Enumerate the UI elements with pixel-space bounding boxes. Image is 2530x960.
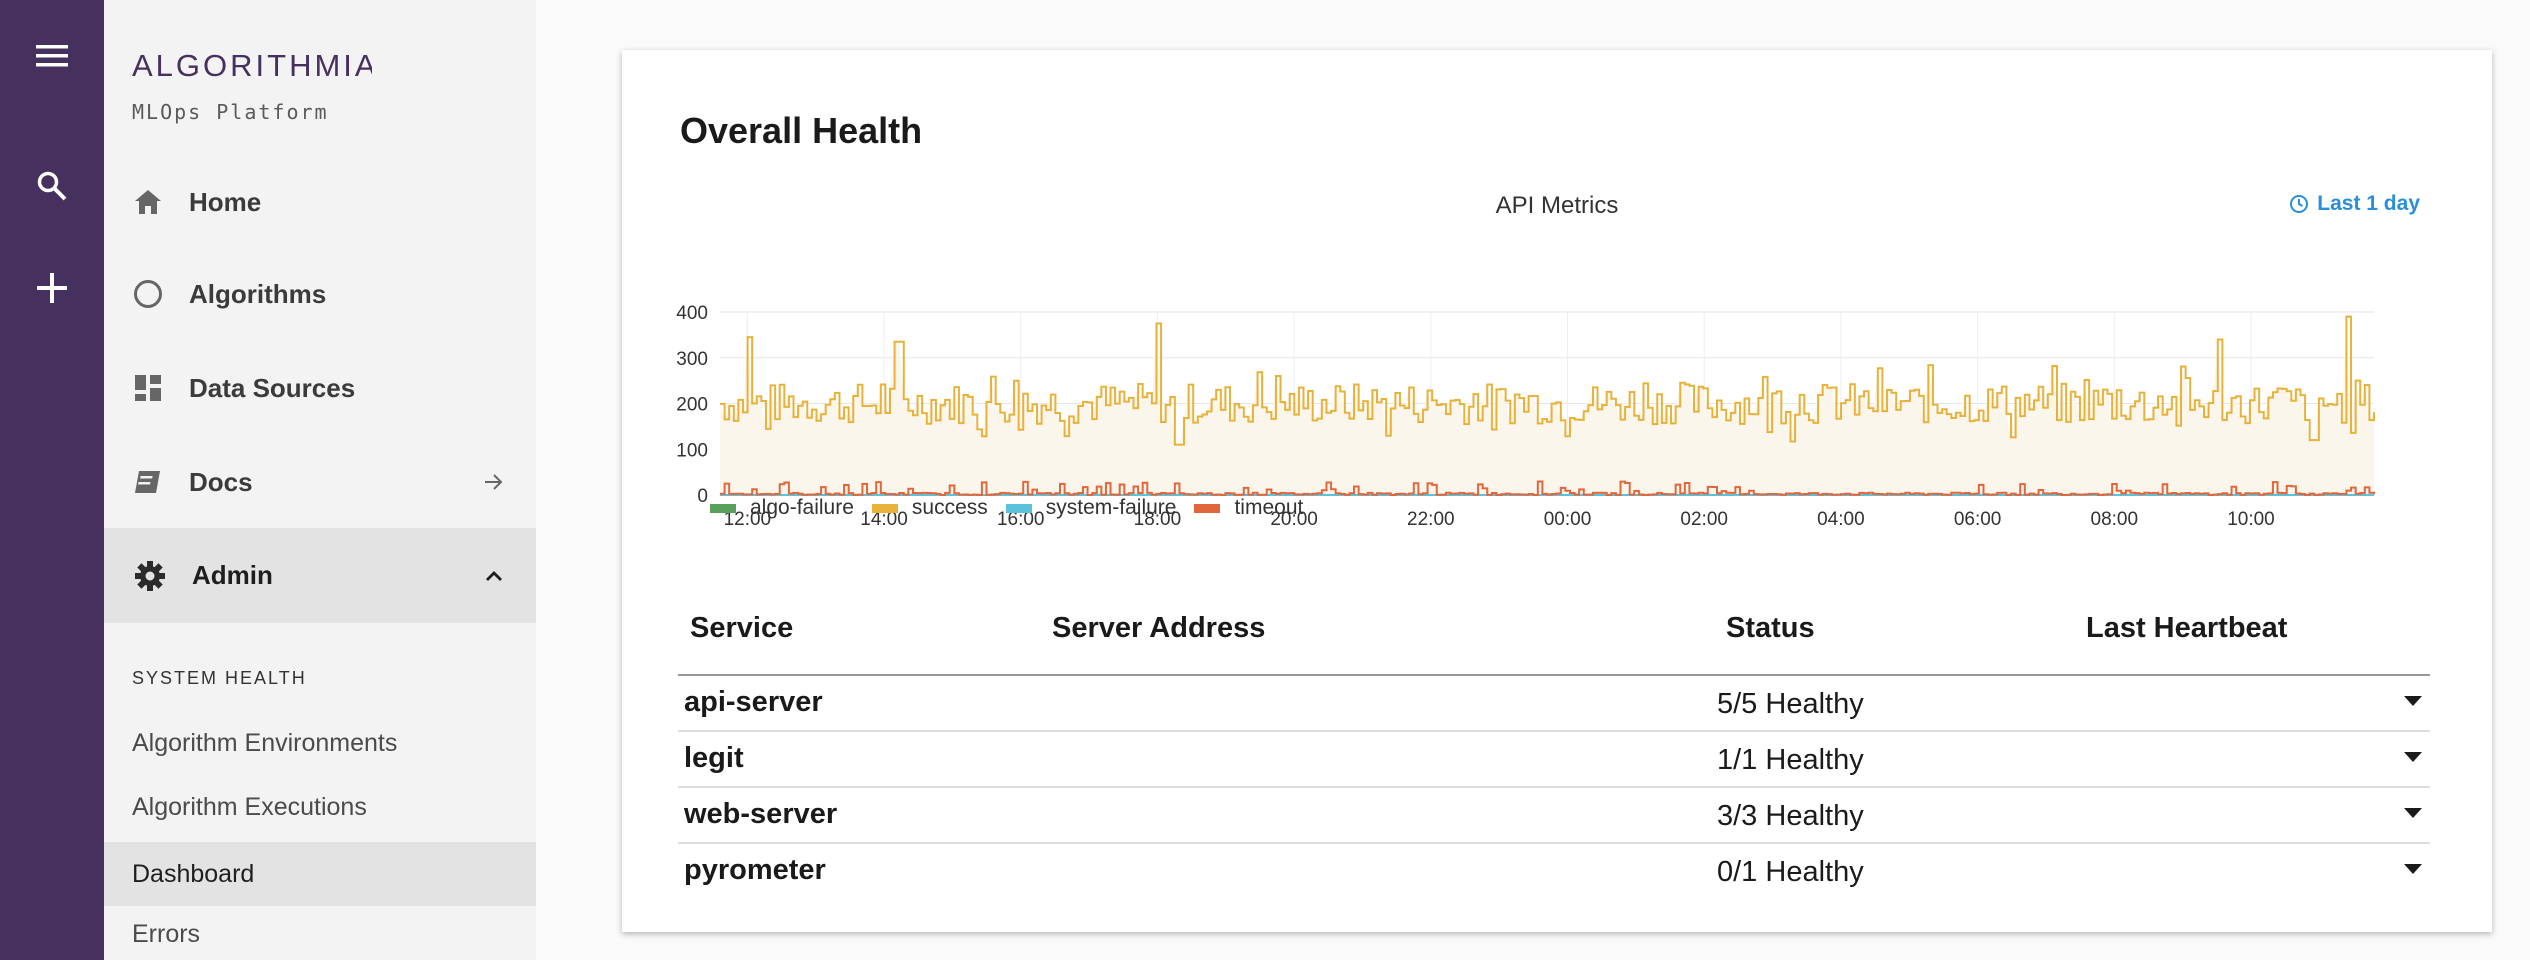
legend-item-success[interactable]: success [871,496,988,520]
services-table: Service Server Address Status Last Heart… [678,560,2430,898]
plus-icon[interactable] [22,258,82,318]
sub-item-label: Dashboard [132,859,255,888]
service-name: pyrometer [684,854,826,886]
nav-docs-label: Docs [189,466,253,497]
sub-item-label: Algorithm Environments [132,728,398,757]
table-row[interactable]: web-server 3/3 Healthy [678,788,2430,844]
service-status: 0/1 Healthy [1717,856,1864,888]
legend-item-timeout[interactable]: timeout [1194,496,1303,520]
gear-icon [132,558,168,594]
sub-item-errors[interactable]: Errors [104,906,536,960]
legend-item-algo-failure[interactable]: algo-failure [710,496,854,520]
y-tick-label: 100 [676,440,708,461]
legend-swatch [871,503,898,513]
home-icon [130,184,166,220]
search-icon[interactable] [22,156,82,216]
time-range-label: Last 1 day [2317,192,2420,215]
legend-label: success [911,496,988,519]
legend-item-system-failure[interactable]: system-failure [1005,496,1177,520]
service-name: legit [684,742,744,774]
icon-rail [0,0,104,960]
legend-label: timeout [1234,496,1304,519]
y-tick-label: 300 [676,349,708,370]
sub-item-label: Algorithm Executions [132,792,367,821]
sub-item-algorithm-environments[interactable]: Algorithm Environments [104,712,536,774]
circle-icon [130,276,166,312]
service-name: web-server [684,798,838,830]
nav-algorithms[interactable]: Algorithms [104,254,536,334]
legend-swatch [1194,503,1221,513]
api-metrics-chart: 010020030040012:00 14:00 16:00 18:00 20:00 22… [676,303,2375,530]
column-header-service: Service [690,612,794,644]
table-row[interactable]: api-server 5/5 Healthy [678,676,2430,732]
clock-icon [2290,195,2309,213]
sub-item-label: Errors [132,920,201,948]
nav-home[interactable]: Home [104,162,536,242]
time-range-button[interactable]: Last 1 day [2289,192,2420,216]
x-tick-label: 10:00 [2227,509,2275,530]
x-tick-label: 22:00 [1407,509,1455,530]
nav-data-sources-label: Data Sources [189,372,356,403]
dashboard-icon [130,370,166,406]
legend-label: algo-failure [750,496,854,519]
chart-title: API Metrics [1495,192,1619,219]
column-header-status: Status [1726,612,1815,644]
chevron-up-icon[interactable] [482,564,506,588]
nav-docs[interactable]: Docs [104,442,536,522]
x-tick-label: 04:00 [1817,509,1865,530]
caret-down-icon[interactable] [2404,752,2422,762]
y-tick-label: 0 [697,486,708,507]
caret-down-icon[interactable] [2404,808,2422,818]
series-success-area [720,316,2374,495]
svg-text:ALGORITHMIA: ALGORITHMIA [132,48,372,83]
sidebar: ALGORITHMIA MLOps Platform Home Algorith… [104,0,536,960]
table-row[interactable]: pyrometer 0/1 Healthy [678,844,2430,898]
sub-item-algorithm-executions[interactable]: Algorithm Executions [104,776,536,838]
nav-admin[interactable]: Admin [104,528,536,623]
nav-algorithms-label: Algorithms [189,278,327,309]
menu-icon[interactable] [22,26,82,86]
column-header-server-address: Server Address [1052,612,1266,644]
table-row[interactable]: legit 1/1 Healthy [678,732,2430,788]
table-header: Service Server Address Status Last Heart… [678,560,2430,676]
y-tick-label: 200 [676,395,708,416]
overall-health-card: Overall Health API Metrics Last 1 day 0 1… [622,50,2492,932]
x-tick-label: 08:00 [2091,509,2139,530]
y-tick-label: 400 [676,303,708,324]
legend-swatch [1005,503,1032,513]
card-title: Overall Health [680,110,923,151]
nav-admin-label: Admin [192,560,273,590]
brand-tagline: MLOps Platform [132,100,329,124]
caret-down-icon[interactable] [2404,696,2422,706]
service-name: api-server [684,686,823,718]
x-tick-label: 06:00 [1954,509,2002,530]
service-status: 1/1 Healthy [1717,744,1864,776]
book-icon [130,464,166,500]
legend-label: system-failure [1045,496,1177,519]
x-tick-label: 00:00 [1544,509,1592,530]
x-tick-label: 02:00 [1680,509,1728,530]
chart-legend: algo-failure success system-failure timeout [710,496,1303,520]
section-header-system-health: SYSTEM HEALTH [132,668,307,688]
legend-swatch [710,503,736,513]
algorithmia-logo[interactable]: ALGORITHMIA [132,45,372,85]
column-header-last-heartbeat: Last Heartbeat [2086,612,2288,644]
caret-down-icon[interactable] [2404,864,2422,874]
nav-data-sources[interactable]: Data Sources [104,348,536,428]
arrow-right-icon [482,470,506,494]
service-status: 5/5 Healthy [1717,688,1864,720]
nav-home-label: Home [189,186,262,217]
sub-item-dashboard[interactable]: Dashboard [104,842,536,906]
service-status: 3/3 Healthy [1717,800,1864,832]
